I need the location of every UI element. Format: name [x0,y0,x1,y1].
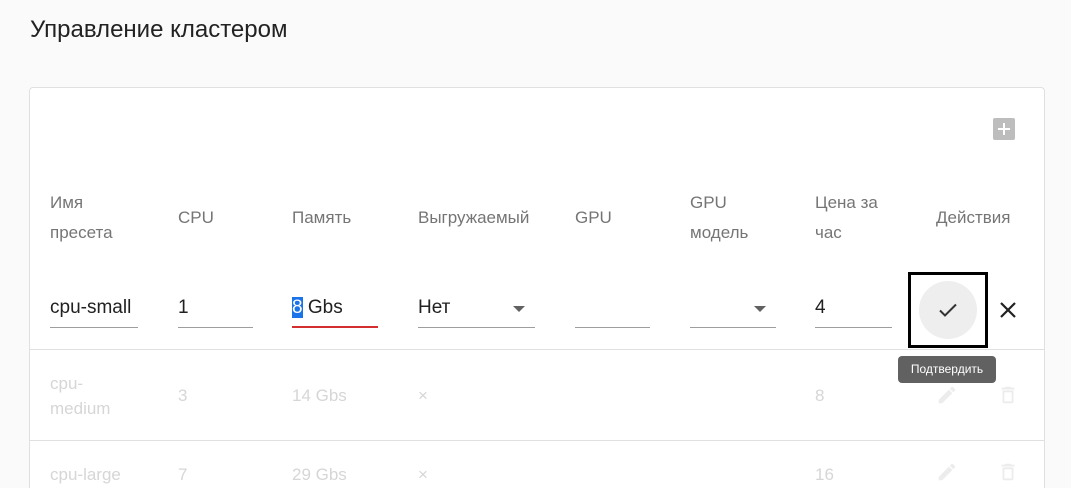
row-2-cpu: 7 [178,465,188,484]
name-field[interactable]: cpu-small [50,288,138,328]
row-1-cpu: 3 [178,386,188,405]
header-actions: Действия [936,208,1011,227]
preemptible-select[interactable]: Нет [418,288,535,328]
preemptible-value: Нет [418,297,451,318]
header-memory: Память [292,208,352,227]
row-1-memory: 14 Gbs [292,386,347,405]
gpu-field[interactable] [575,288,650,328]
header-gpu: GPU [575,208,612,227]
confirm-button[interactable] [919,281,977,339]
close-icon [1000,302,1016,318]
row-2-memory: 29 Gbs [292,465,347,484]
edit-icon[interactable] [936,384,958,406]
edit-icon[interactable] [936,461,958,483]
trash-icon[interactable] [997,384,1019,406]
memory-field[interactable]: 8 Gbs [292,288,378,328]
row-1-name: cpu-medium [50,374,111,418]
row-2-preemptible: × [418,465,428,484]
row-1-price: 8 [815,386,825,405]
check-icon [939,303,957,317]
presets-card: Имя пресета CPU Память Выгружаемый GPU G… [29,87,1045,488]
memory-unit-text: Gbs [302,297,343,318]
header-name: Имя пресета [50,193,113,242]
row-2-name: cpu-large [50,465,121,484]
header-cpu: CPU [178,208,214,227]
cpu-field[interactable]: 1 [178,288,253,328]
page-title: Управление кластером [30,16,288,43]
price-field[interactable]: 4 [815,288,892,328]
chevron-down-icon [754,306,766,312]
trash-icon[interactable] [997,461,1019,483]
header-gpu-model: GPU модель [690,193,749,242]
memory-selected-text: 8 [292,297,303,318]
add-preset-button[interactable] [993,118,1015,140]
row-divider [30,440,1044,441]
cancel-button[interactable] [996,298,1020,322]
header-preemptible: Выгружаемый [418,208,530,227]
chevron-down-icon [513,306,525,312]
row-2-price: 16 [815,465,834,484]
row-divider [30,349,1044,350]
gpu-model-select[interactable] [690,288,776,328]
confirm-tooltip: Подтвердить [898,356,996,383]
row-1-preemptible: × [418,386,428,405]
header-price: Цена за час [815,193,878,242]
